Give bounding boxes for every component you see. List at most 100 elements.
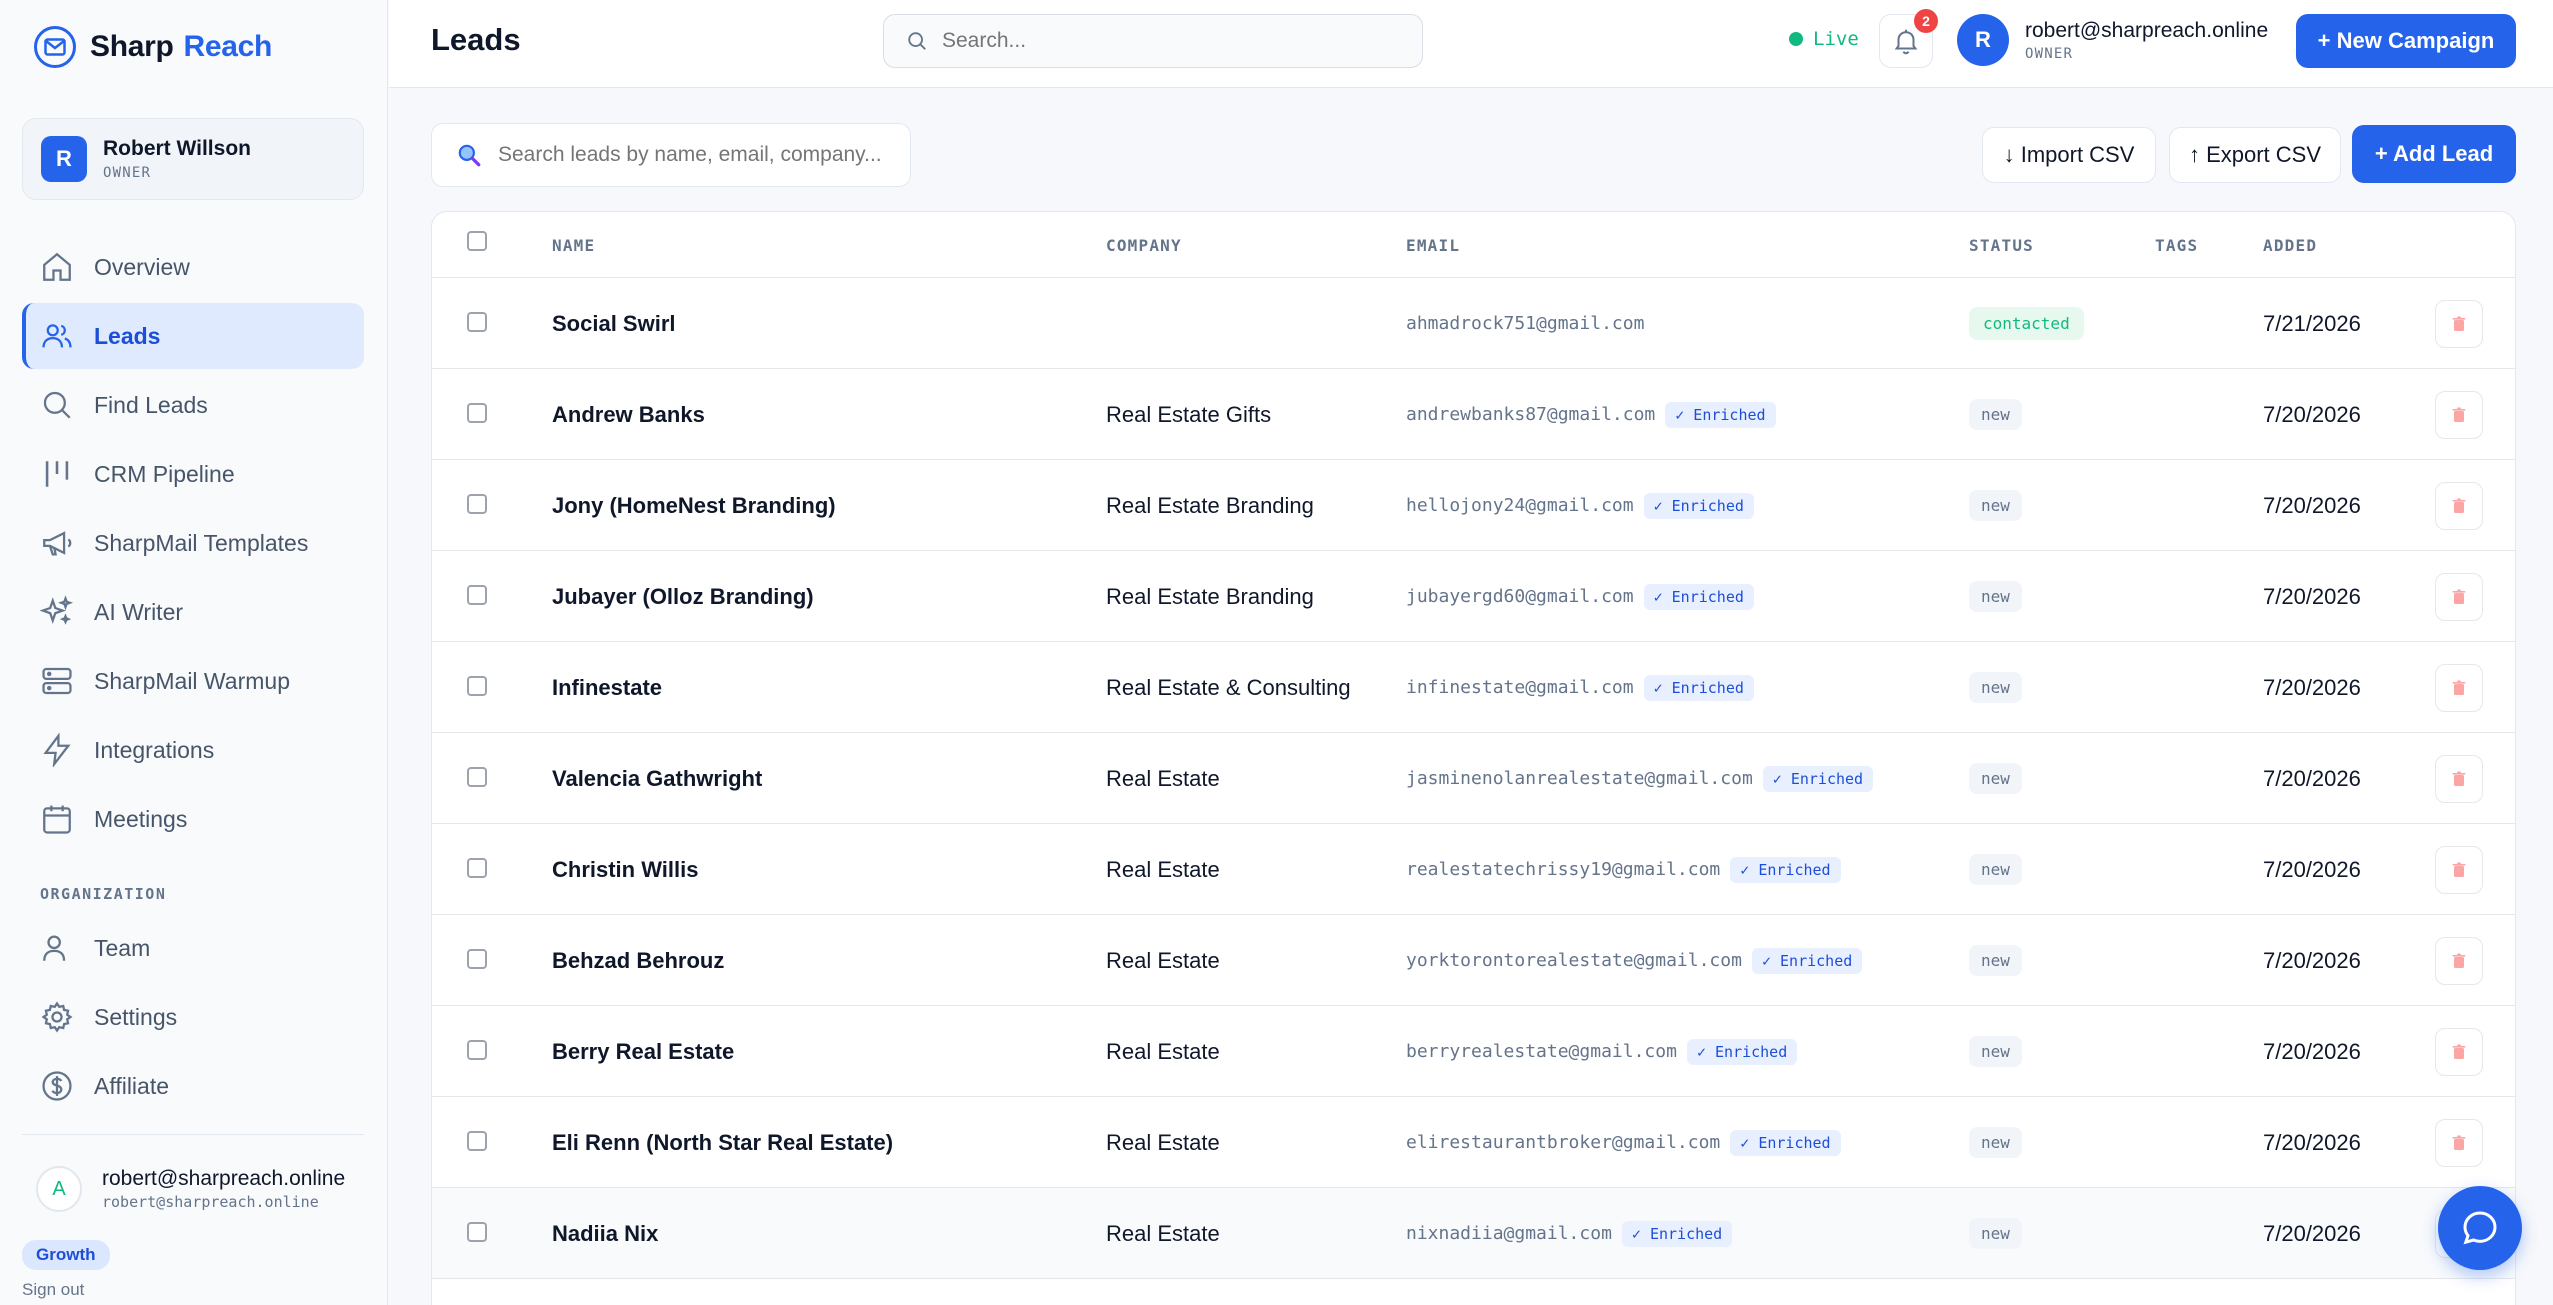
notifications-button[interactable]: 2 [1879, 9, 1938, 68]
brand-logo[interactable]: Sharp Reach [34, 26, 272, 68]
export-csv-button[interactable]: ↑ Export CSV [2169, 127, 2341, 183]
delete-lead-button[interactable] [2435, 937, 2483, 985]
sidebar-item-sharpmail-warmup[interactable]: SharpMail Warmup [22, 648, 364, 714]
lead-name[interactable]: Infinestate [552, 642, 662, 733]
row-checkbox[interactable] [467, 767, 487, 787]
column-header-company[interactable]: COMPANY [1106, 236, 1182, 255]
table-row[interactable]: Andrew Banks Real Estate Gifts andrewbanks… [432, 369, 2515, 460]
global-search[interactable] [883, 14, 1423, 68]
delete-lead-button[interactable] [2435, 664, 2483, 712]
sidebar-item-settings[interactable]: Settings [22, 984, 364, 1050]
user-name: Robert Willson [103, 137, 251, 160]
table-row[interactable]: Valencia Gathwright Real Estate jasminenol… [432, 733, 2515, 824]
table-row[interactable]: Infinestate Real Estate & Consulting infin… [432, 642, 2515, 733]
column-header-status[interactable]: STATUS [1969, 236, 2034, 255]
row-checkbox[interactable] [467, 494, 487, 514]
lead-added-date: 7/20/2026 [2263, 674, 2361, 700]
table-row[interactable]: Berry Real Estate Real Estate berryrealest… [432, 1006, 2515, 1097]
enriched-badge: ✓ Enriched [1665, 401, 1776, 428]
lead-status-cell: new [1969, 1006, 2022, 1097]
table-row[interactable]: Jony (HomeNest Branding) Real Estate Bran… [432, 460, 2515, 551]
sidebar-item-ai-writer[interactable]: AI Writer [22, 579, 364, 645]
lead-name[interactable]: Behzad Behrouz [552, 915, 724, 1006]
bell-icon [1894, 29, 1918, 55]
trash-icon [2452, 862, 2466, 877]
column-header-name[interactable]: NAME [552, 236, 595, 255]
sidebar-item-integrations[interactable]: Integrations [22, 717, 364, 783]
lead-email-cell: jubayergd60@gmail.com ✓ Enriched [1406, 551, 1754, 642]
sidebar-item-crm-pipeline[interactable]: CRM Pipeline [22, 441, 364, 507]
table-row[interactable]: Nadiia Nix Real Estate nixnadiia@gmail.com… [432, 1188, 2515, 1279]
sidebar-item-label: Integrations [94, 736, 215, 763]
row-checkbox[interactable] [467, 312, 487, 332]
workspace-user-card[interactable]: R Robert Willson OWNER [22, 118, 364, 200]
sidebar-item-overview[interactable]: Overview [22, 234, 364, 300]
sidebar-item-sharpmail-templates[interactable]: SharpMail Templates [22, 510, 364, 576]
column-header-added[interactable]: ADDED [2263, 236, 2317, 255]
delete-lead-button[interactable] [2435, 1028, 2483, 1076]
delete-lead-button[interactable] [2435, 391, 2483, 439]
table-row[interactable]: Christin Willis Real Estate realestatechri… [432, 824, 2515, 915]
lead-name[interactable]: Nadiia Nix [552, 1188, 658, 1279]
lead-name[interactable]: Jubayer (Olloz Branding) [552, 551, 814, 642]
lead-email: infinestate@gmail.com [1406, 677, 1634, 698]
delete-lead-button[interactable] [2435, 482, 2483, 530]
lead-name[interactable]: Andrew Banks [552, 369, 705, 460]
sidebar-item-find-leads[interactable]: Find Leads [22, 372, 364, 438]
lead-added-date: 7/20/2026 [2263, 401, 2361, 427]
column-header-email[interactable]: EMAIL [1406, 236, 1460, 255]
row-checkbox[interactable] [467, 585, 487, 605]
plan-badge: Growth [22, 1240, 110, 1270]
sidebar-item-leads[interactable]: Leads [22, 303, 364, 369]
lead-name[interactable]: Berry Real Estate [552, 1006, 734, 1097]
chat-button[interactable] [2438, 1186, 2522, 1270]
table-row[interactable]: Behzad Behrouz Real Estate yorktorontoreal… [432, 915, 2515, 1006]
lead-name[interactable]: Christin Willis [552, 824, 698, 915]
table-row[interactable]: Eli Renn (North Star Real Estate) Real Es… [432, 1097, 2515, 1188]
lead-search[interactable] [431, 123, 911, 187]
lead-company: Real Estate Branding [1106, 583, 1314, 609]
select-all-checkbox[interactable] [467, 231, 487, 251]
live-indicator: Live [1789, 28, 1859, 50]
delete-lead-button[interactable] [2435, 1119, 2483, 1167]
lead-email-cell: nixnadiia@gmail.com ✓ Enriched [1406, 1188, 1733, 1279]
lead-name[interactable]: Eli Renn (North Star Real Estate) [552, 1097, 893, 1188]
sidebar-item-team[interactable]: Team [22, 915, 364, 981]
lead-name[interactable]: Valencia Gathwright [552, 733, 762, 824]
lead-email-cell: ahmadrock751@gmail.com [1406, 278, 1644, 369]
row-checkbox[interactable] [467, 1131, 487, 1151]
delete-lead-button[interactable] [2435, 846, 2483, 894]
sidebar-item-meetings[interactable]: Meetings [22, 786, 364, 852]
row-checkbox[interactable] [467, 1040, 487, 1060]
new-campaign-button[interactable]: + New Campaign [2296, 14, 2516, 68]
delete-lead-button[interactable] [2435, 300, 2483, 348]
lead-name[interactable]: Jony (HomeNest Branding) [552, 460, 836, 551]
delete-lead-button[interactable] [2435, 573, 2483, 621]
sidebar-item-label: Affiliate [94, 1072, 170, 1099]
sidebar-item-affiliate[interactable]: Affiliate [22, 1053, 364, 1119]
import-csv-button[interactable]: ↓ Import CSV [1982, 127, 2156, 183]
trash-icon [2452, 589, 2466, 604]
lead-name[interactable]: Social Swirl [552, 278, 676, 369]
add-lead-button[interactable]: + Add Lead [2352, 125, 2516, 183]
row-checkbox[interactable] [467, 949, 487, 969]
lead-status-cell: new [1969, 733, 2022, 824]
column-header-tags[interactable]: TAGS [2155, 236, 2198, 255]
global-search-input[interactable] [942, 29, 1402, 53]
row-checkbox[interactable] [467, 1222, 487, 1242]
lead-company: Real Estate & Consulting [1106, 674, 1351, 700]
table-row[interactable]: Jubayer (Olloz Branding) Real Estate Bran… [432, 551, 2515, 642]
account-user[interactable]: A robert@sharpreach.online robert@sharpr… [36, 1166, 345, 1212]
lead-status-cell: contacted [1969, 278, 2084, 369]
sign-out-link[interactable]: Sign out [22, 1280, 84, 1300]
header-user-menu[interactable]: R robert@sharpreach.online OWNER [1957, 14, 2268, 66]
row-checkbox[interactable] [467, 858, 487, 878]
lead-search-input[interactable] [498, 143, 898, 167]
row-checkbox[interactable] [467, 676, 487, 696]
row-checkbox[interactable] [467, 403, 487, 423]
sidebar-item-label: AI Writer [94, 598, 184, 625]
users-icon [42, 324, 72, 348]
table-row[interactable]: Social Swirl ahmadrock751@gmail.com contac… [432, 278, 2515, 369]
home-icon [43, 252, 71, 281]
delete-lead-button[interactable] [2435, 755, 2483, 803]
